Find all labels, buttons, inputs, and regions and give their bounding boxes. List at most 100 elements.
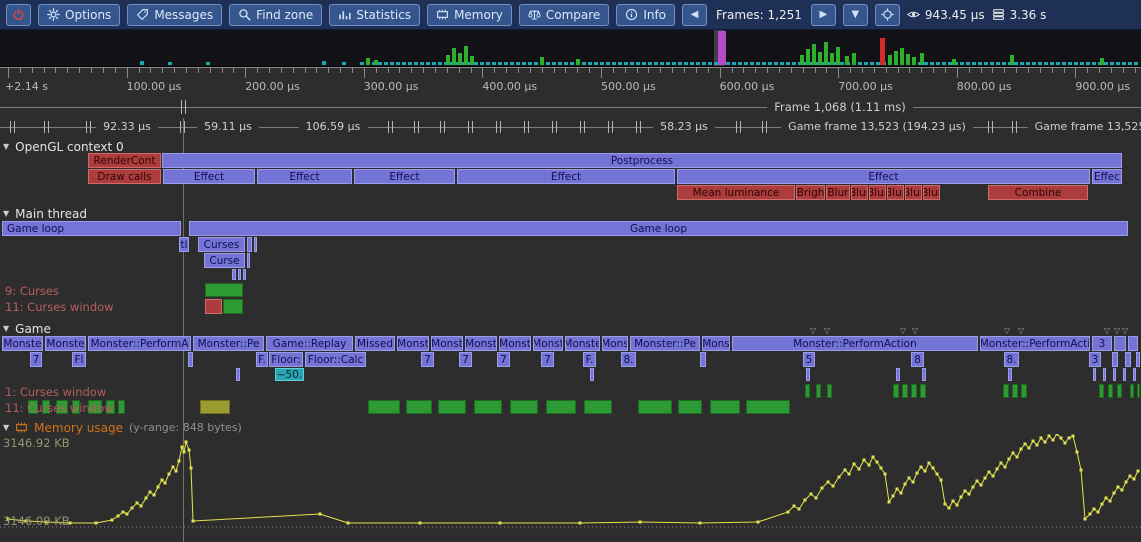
zone-effect[interactable]: Effect	[163, 169, 255, 184]
zone-game-loop[interactable]: Game loop	[2, 221, 181, 236]
zone-bar[interactable]	[188, 352, 193, 367]
zone-bar[interactable]	[638, 400, 672, 414]
game-frame-label[interactable]: Game frame 13,523 (194.23 µs)	[781, 120, 973, 133]
zone-bar[interactable]	[1114, 336, 1126, 351]
zone-bar[interactable]	[584, 400, 612, 414]
zone-bar[interactable]	[254, 237, 257, 252]
zone-blur[interactable]: Blur	[851, 185, 868, 200]
statistics-button[interactable]: Statistics	[329, 4, 420, 26]
zone-blur[interactable]: Blur	[923, 185, 940, 200]
zone-blur[interactable]: Blur	[887, 185, 904, 200]
zone-monst[interactable]: Monst	[533, 336, 563, 351]
zone-combine[interactable]: Combine	[988, 185, 1088, 200]
zone-bar[interactable]	[1130, 384, 1134, 398]
zone-monst[interactable]: Monst	[431, 336, 463, 351]
next-frame-button[interactable]: ▶	[811, 4, 836, 26]
zone-bar[interactable]	[223, 299, 243, 314]
zone-bar[interactable]	[1136, 352, 1140, 367]
zone-7[interactable]: 7	[497, 352, 510, 367]
zone-bar[interactable]	[920, 384, 926, 398]
zone-draw-calls[interactable]: Draw calls	[88, 169, 161, 184]
zone-monste[interactable]: Monste	[45, 336, 86, 351]
collapse-triangle-icon[interactable]: ▼	[3, 142, 9, 151]
zone-blur[interactable]: Blur	[869, 185, 886, 200]
frame-dropdown-button[interactable]: ▼	[843, 4, 868, 26]
zone-bar[interactable]	[700, 352, 706, 367]
zone-monste[interactable]: Monste	[565, 336, 600, 351]
zone-blur[interactable]: Blur	[905, 185, 922, 200]
zone-effect[interactable]: Effect	[354, 169, 455, 184]
zone-rendercont[interactable]: RenderCont	[88, 153, 161, 168]
zone-bar[interactable]	[893, 384, 899, 398]
zone-monste[interactable]: Monste	[2, 336, 43, 351]
zone-bar[interactable]	[406, 400, 432, 414]
zone-bar[interactable]	[1021, 384, 1027, 398]
zone-monster-pe[interactable]: Monster::Pe	[193, 336, 264, 351]
game-frame-marker-row[interactable]: 92.33 µs59.11 µs106.59 µs58.23 µsGame fr…	[0, 118, 1141, 138]
zone-bar[interactable]	[922, 368, 926, 381]
zone-bar[interactable]	[911, 384, 917, 398]
zone-bar[interactable]	[1112, 352, 1118, 367]
zone-fl[interactable]: Fl	[72, 352, 86, 367]
zone-effect[interactable]: Effect	[457, 169, 675, 184]
frame-label[interactable]: Frame 1,068 (1.11 ms)	[767, 100, 913, 114]
zone-bar[interactable]	[236, 368, 240, 381]
zone-8[interactable]: 8	[911, 352, 924, 367]
zone-bar[interactable]	[1099, 384, 1104, 398]
zone-8-[interactable]: 8.	[621, 352, 636, 367]
zone-bar[interactable]	[1128, 336, 1138, 351]
zone-bar[interactable]	[1125, 352, 1131, 367]
zone-bar[interactable]	[590, 368, 594, 381]
zone-bar[interactable]	[200, 400, 230, 414]
zone-floor-[interactable]: Floor:	[269, 352, 303, 367]
collapse-triangle-icon[interactable]: ▼	[3, 324, 9, 333]
zone-game-loop[interactable]: Game loop	[189, 221, 1128, 236]
zone-bar[interactable]	[1137, 384, 1140, 398]
section-game-header[interactable]: ▼ Game	[3, 321, 51, 336]
zone-monster-performacti[interactable]: Monster::PerformActi	[980, 336, 1090, 351]
zone-monst[interactable]: Monst	[465, 336, 497, 351]
zone-bar[interactable]	[238, 269, 241, 280]
zone-bar[interactable]	[546, 400, 576, 414]
zone-bar[interactable]	[1103, 368, 1106, 381]
section-opengl-header[interactable]: ▼ OpenGL context 0	[3, 139, 124, 154]
zone-bar[interactable]	[1012, 384, 1018, 398]
memory-button[interactable]: Memory	[427, 4, 512, 26]
zone-bar[interactable]	[205, 283, 243, 297]
zone-monster-performa[interactable]: Monster::PerformA	[88, 336, 191, 351]
zone-bar[interactable]	[1008, 368, 1012, 381]
zone-mons[interactable]: Mons	[702, 336, 730, 351]
zone-curse[interactable]: Curse	[204, 253, 245, 268]
zone-bar[interactable]	[1093, 368, 1096, 381]
zone-bar[interactable]	[1113, 368, 1116, 381]
zone-mons[interactable]: Mons	[602, 336, 628, 351]
power-button[interactable]	[6, 4, 31, 26]
game-frame-label[interactable]: Game frame 13,525	[1028, 120, 1141, 133]
zone-bar[interactable]	[438, 400, 466, 414]
zone-ti[interactable]: ti	[179, 237, 189, 252]
zone-5[interactable]: 5	[803, 352, 815, 367]
zone-bar[interactable]	[816, 384, 821, 398]
zone-bar[interactable]	[1003, 384, 1009, 398]
zone-monster-pe[interactable]: Monster::Pe	[630, 336, 700, 351]
zone-blur[interactable]: Blur	[826, 185, 850, 200]
zone-bar[interactable]	[710, 400, 740, 414]
zone-effect[interactable]: Effect	[257, 169, 352, 184]
zone-bar[interactable]	[510, 400, 538, 414]
zone-f-[interactable]: F.	[583, 352, 596, 367]
zone-bar[interactable]	[1117, 384, 1122, 398]
zone-3[interactable]: 3	[1092, 336, 1112, 351]
compare-button[interactable]: Compare	[519, 4, 609, 26]
find-zone-button[interactable]: Find zone	[229, 4, 322, 26]
zone-monster-performaction[interactable]: Monster::PerformAction	[732, 336, 978, 351]
zone-8-[interactable]: 8.	[1004, 352, 1019, 367]
zone-monst[interactable]: Monst	[499, 336, 531, 351]
zone-bar[interactable]	[678, 400, 702, 414]
memory-usage-chart[interactable]	[0, 434, 1141, 542]
frame-marker-row[interactable]: Frame 1,068 (1.11 ms)	[0, 96, 1141, 118]
zone-floor-calc[interactable]: Floor::Calc	[305, 352, 366, 367]
zone-7[interactable]: 7	[541, 352, 554, 367]
zone-missed[interactable]: Missed	[355, 336, 395, 351]
zone-bar[interactable]	[205, 299, 222, 314]
zone-bar[interactable]	[1123, 368, 1126, 381]
